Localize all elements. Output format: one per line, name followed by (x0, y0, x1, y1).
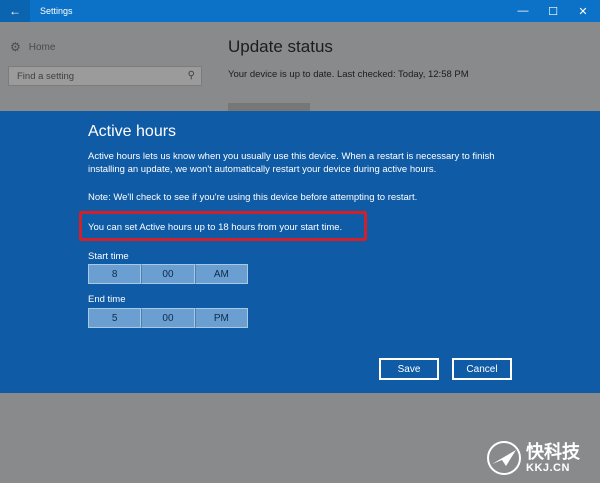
dialog-note: Note: We'll check to see if you're using… (88, 192, 418, 203)
start-period[interactable]: AM (194, 264, 248, 284)
start-minute[interactable]: 00 (141, 264, 195, 284)
page-title: Update status (228, 37, 333, 56)
end-time-label: End time (88, 294, 126, 305)
end-time-picker[interactable]: 5 00 PM (88, 308, 248, 328)
cancel-button[interactable]: Cancel (452, 358, 512, 380)
minimize-button[interactable]: — (508, 0, 538, 22)
update-status-text: Your device is up to date. Last checked:… (228, 69, 469, 80)
dialog-hint: You can set Active hours up to 18 hours … (88, 222, 343, 233)
minimize-icon: — (517, 5, 529, 17)
end-hour[interactable]: 5 (88, 308, 142, 328)
window-title: Settings (40, 6, 73, 16)
end-minute[interactable]: 00 (141, 308, 195, 328)
end-period[interactable]: PM (194, 308, 248, 328)
start-time-picker[interactable]: 8 00 AM (88, 264, 248, 284)
save-button[interactable]: Save (379, 358, 439, 380)
start-hour[interactable]: 8 (88, 264, 142, 284)
check-updates-button[interactable] (228, 103, 310, 111)
dialog-description: Active hours lets us know when you usual… (88, 151, 495, 175)
start-time-label: Start time (88, 251, 129, 262)
home-label: Home (28, 41, 56, 53)
close-icon: ✕ (578, 5, 588, 18)
search-placeholder: Find a setting (17, 71, 75, 82)
dialog-title: Active hours (88, 123, 177, 140)
search-input[interactable]: Find a setting ⚲ (8, 66, 202, 86)
watermark: 快科技 KKJ.CN (486, 436, 596, 480)
active-hours-dialog: Active hours Active hours lets us know w… (0, 111, 600, 393)
title-bar: ← Settings — ☐ ✕ (0, 0, 600, 22)
search-icon: ⚲ (187, 70, 195, 81)
watermark-logo-icon (487, 441, 521, 475)
back-arrow-icon: ← (9, 4, 21, 18)
maximize-button[interactable]: ☐ (538, 0, 568, 22)
gear-icon: ⚙ (10, 40, 21, 54)
close-button[interactable]: ✕ (568, 0, 598, 22)
watermark-en-text: KKJ.CN (526, 462, 570, 474)
maximize-icon: ☐ (548, 5, 558, 18)
sidebar-item-home[interactable]: ⚙ Home (10, 40, 55, 54)
watermark-cn-text: 快科技 (526, 442, 580, 462)
back-button[interactable]: ← (0, 0, 30, 22)
